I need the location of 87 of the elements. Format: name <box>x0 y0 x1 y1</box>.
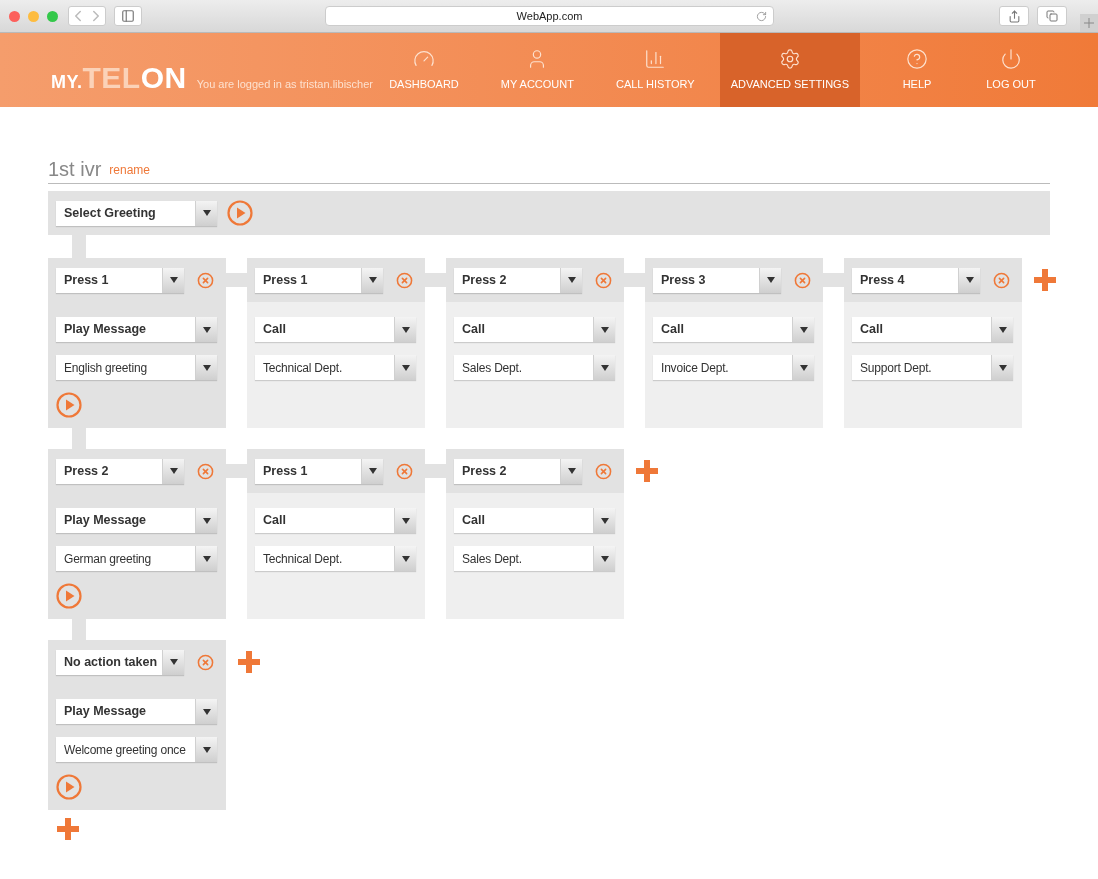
reload-icon[interactable] <box>756 10 767 22</box>
dropdown[interactable]: Press 1 <box>255 267 383 293</box>
caret-icon <box>998 364 1007 371</box>
caret-icon <box>401 364 410 371</box>
caret-icon <box>202 326 211 333</box>
dropdown[interactable]: Call <box>653 317 814 342</box>
play-button[interactable] <box>56 392 82 418</box>
dropdown[interactable]: English greeting <box>56 355 217 380</box>
caret-icon <box>202 555 211 562</box>
dropdown[interactable]: Press 1 <box>56 267 184 293</box>
dropdown[interactable]: Play Message <box>56 317 217 342</box>
play-button[interactable] <box>56 583 82 609</box>
help-icon <box>906 47 928 70</box>
power-icon <box>1000 47 1022 70</box>
dropdown[interactable]: Call <box>852 317 1013 342</box>
dropdown[interactable]: Play Message <box>56 508 217 533</box>
dropdown[interactable]: No action taken <box>56 649 184 675</box>
dropdown[interactable]: Press 2 <box>454 267 582 293</box>
dropdown[interactable]: Select Greeting <box>56 200 217 226</box>
dropdown[interactable]: Press 3 <box>653 267 781 293</box>
caret-icon <box>202 364 211 371</box>
caret-icon <box>169 277 178 283</box>
caret-icon <box>799 364 808 371</box>
remove-icon[interactable] <box>197 271 214 289</box>
bar-chart-icon <box>644 47 667 70</box>
dropdown[interactable]: German greeting <box>56 546 217 571</box>
caret-icon <box>169 468 178 474</box>
ivr-title: 1st ivr <box>48 159 102 179</box>
settings-icon <box>778 47 801 70</box>
caret-icon <box>401 517 410 524</box>
remove-icon[interactable] <box>197 462 214 480</box>
caret-icon <box>567 468 576 474</box>
dropdown[interactable]: Press 2 <box>454 458 582 484</box>
play-button[interactable] <box>227 200 253 226</box>
remove-icon[interactable] <box>993 271 1010 289</box>
nav-tab[interactable]: ADVANCED SETTINGS <box>719 33 860 107</box>
caret-icon <box>600 326 609 333</box>
dropdown[interactable]: Play Message <box>56 699 217 724</box>
caret-icon <box>600 517 609 524</box>
dropdown[interactable]: Support Dept. <box>852 355 1013 380</box>
remove-icon[interactable] <box>595 462 612 480</box>
remove-icon[interactable] <box>595 271 612 289</box>
dropdown[interactable]: Press 1 <box>255 458 383 484</box>
dropdown[interactable]: Press 2 <box>56 458 184 484</box>
new-tab-icon[interactable] <box>1080 14 1098 32</box>
dropdown[interactable]: Welcome greeting once <box>56 737 217 762</box>
dropdown[interactable]: Call <box>255 508 416 533</box>
caret-icon <box>202 746 211 753</box>
add-icon[interactable] <box>1034 269 1056 291</box>
tabs-icon[interactable] <box>1046 10 1058 22</box>
caret-icon <box>600 555 609 562</box>
caret-icon <box>567 277 576 283</box>
caret-icon <box>202 210 211 216</box>
address-field[interactable]: WebApp.com <box>325 6 774 26</box>
caret-icon <box>169 659 178 665</box>
remove-icon[interactable] <box>396 271 413 289</box>
remove-icon[interactable] <box>396 462 413 480</box>
logo: MY.TELON <box>51 63 187 93</box>
play-button[interactable] <box>56 774 82 800</box>
add-icon[interactable] <box>238 651 260 673</box>
caret-icon <box>368 468 377 474</box>
caret-icon <box>401 326 410 333</box>
caret-icon <box>965 277 974 283</box>
caret-icon <box>998 326 1007 333</box>
dropdown[interactable]: Call <box>255 317 416 342</box>
caret-icon <box>799 326 808 333</box>
login-text: You are logged in as tristan.libischer <box>196 76 373 92</box>
remove-icon[interactable] <box>794 271 811 289</box>
dropdown[interactable]: Sales Dept. <box>454 546 615 571</box>
caret-icon <box>401 555 410 562</box>
caret-icon <box>202 517 211 524</box>
add-icon[interactable] <box>57 818 79 840</box>
caret-icon <box>368 277 377 283</box>
remove-icon[interactable] <box>197 653 214 671</box>
caret-icon <box>600 364 609 371</box>
share-icon[interactable] <box>1007 9 1021 23</box>
caret-icon <box>202 708 211 715</box>
dropdown[interactable]: Press 4 <box>852 267 980 293</box>
dropdown[interactable]: Technical Dept. <box>255 355 416 380</box>
dropdown[interactable]: Sales Dept. <box>454 355 615 380</box>
add-icon[interactable] <box>636 460 658 482</box>
sidebar-icon[interactable] <box>121 9 135 23</box>
dropdown[interactable]: Invoice Dept. <box>653 355 814 380</box>
dropdown[interactable]: Call <box>454 508 615 533</box>
caret-icon <box>766 277 775 283</box>
dropdown[interactable]: Technical Dept. <box>255 546 416 571</box>
dropdown[interactable]: Call <box>454 317 615 342</box>
